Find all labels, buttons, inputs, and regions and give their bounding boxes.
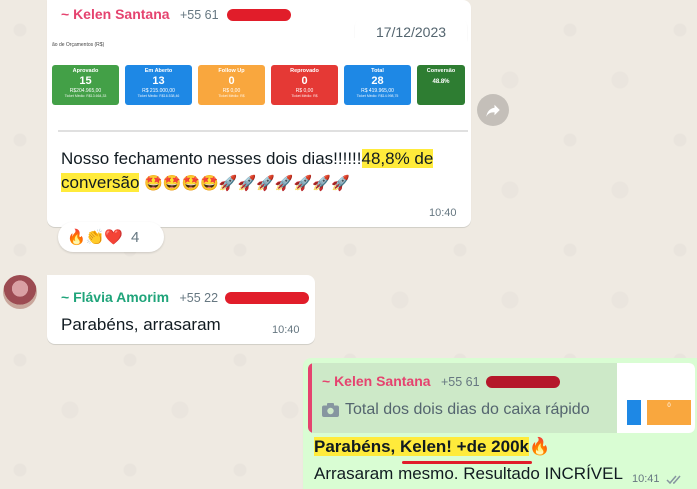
message-text: Parabéns, arrasaram — [61, 315, 221, 334]
double-check-icon — [666, 475, 681, 485]
message-header: ~ Kelen Santana +55 61 — [61, 6, 292, 24]
star-struck-emoji: 🤩🤩🤩🤩 — [144, 175, 219, 192]
sender-phone: +55 61 — [180, 8, 219, 22]
message-text: Nosso fechamento nesses dois dias!!!!!!4… — [61, 149, 434, 192]
quoted-sender: ~ Kelen Santana — [322, 373, 431, 389]
message-bubble-outgoing[interactable]: ~ Kelen Santana +55 61 Total dos dois di… — [303, 358, 697, 489]
quoted-phone: +55 61 — [441, 375, 480, 389]
message-text-line2: Arrasaram mesmo. Resultado INCRÍVEL — [314, 464, 623, 483]
message-header: ~ Flávia Amorim +55 22 — [61, 289, 309, 307]
reaction-emojis: 🔥👏❤️ — [67, 229, 124, 246]
card-follow-up: Follow Up 0 R$ 0,00 Ticket Médio: R$ — [198, 65, 265, 105]
redaction-mark — [227, 8, 292, 21]
reaction-count: 4 — [131, 228, 140, 246]
card-reprovado: Reprovado 0 R$ 0,00 Ticket Médio: R$ — [271, 65, 338, 105]
sender-name[interactable]: ~ Kelen Santana — [61, 6, 170, 22]
card-conversao: Conversão 48.8% — [417, 65, 465, 105]
dashboard-title: ão de Orçamentos (R$) — [52, 42, 105, 48]
rocket-emoji: 🚀🚀🚀🚀🚀🚀🚀 — [218, 175, 350, 192]
message-time: 10:40 — [429, 207, 457, 219]
avatar[interactable] — [3, 275, 37, 309]
sender-name[interactable]: ~ Flávia Amorim — [61, 289, 169, 305]
message-text-line1: Parabéns, Kelen! +de 200k🔥 — [314, 437, 551, 456]
message-time: 10:40 — [272, 324, 300, 336]
sender-phone: +55 22 — [179, 291, 219, 305]
quoted-text: Total dos dois dias do caixa rápido — [322, 401, 590, 419]
message-time: 10:41 — [632, 473, 660, 485]
dashboard-screenshot[interactable]: ão de Orçamentos (R$) Aprovado 15 R$204.… — [52, 38, 468, 134]
message-bubble-flavia[interactable]: ~ Flávia Amorim +55 22 Parabéns, arrasar… — [47, 275, 315, 344]
divider — [58, 130, 468, 132]
message-bubble-kelen[interactable]: ~ Kelen Santana +55 61 17/12/2023 ão de … — [47, 0, 471, 227]
card-aprovado: Aprovado 15 R$204.965,00 Ticket Médio: R… — [52, 65, 119, 105]
forward-icon[interactable] — [477, 94, 509, 126]
card-total: Total 28 R$ 419.965,00 Ticket Médio: R$1… — [344, 65, 411, 105]
camera-icon — [322, 403, 339, 417]
redaction-mark — [486, 375, 561, 388]
reactions-pill[interactable]: 🔥👏❤️ 4 — [58, 222, 164, 252]
quoted-header: ~ Kelen Santana +55 61 — [322, 373, 561, 391]
quoted-thumbnail: 0 — [617, 363, 695, 433]
card-em-aberto: Em Aberto 13 R$ 215.000,00 Ticket Médio:… — [125, 65, 192, 105]
quoted-message[interactable]: ~ Kelen Santana +55 61 Total dos dois di… — [308, 363, 695, 433]
redaction-underline — [402, 461, 532, 464]
quote-accent-bar — [308, 363, 312, 433]
redaction-mark — [224, 291, 309, 304]
fire-emoji: 🔥 — [528, 437, 551, 456]
